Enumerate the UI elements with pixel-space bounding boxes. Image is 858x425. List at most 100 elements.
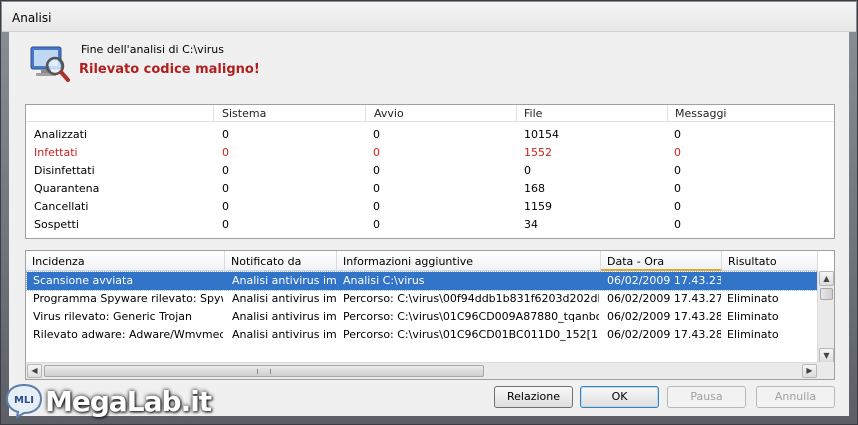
stats-cell: 0	[674, 164, 681, 177]
stats-cell: 0	[222, 146, 229, 159]
cancel-button: Annulla	[756, 386, 835, 408]
log-cell: 06/02/2009 17.43.28	[607, 310, 721, 323]
stats-row: Disinfettati 0 0 0 0	[26, 162, 834, 180]
scroll-right-arrow-icon[interactable]: ▶	[802, 364, 817, 378]
analysis-window: Analisi Fine dell'analisi di C:\virus Ri…	[0, 0, 858, 425]
stats-cell: 0	[373, 164, 380, 177]
stats-cell: 0	[222, 128, 229, 141]
stats-cell: 168	[524, 182, 545, 195]
log-vertical-scrollbar[interactable]: ▲ ▼	[817, 271, 834, 363]
log-row-selected[interactable]: Scansione avviata Analisi antivirus im..…	[26, 271, 819, 291]
stats-col-sistema: Sistema	[222, 107, 267, 120]
stats-cell: 0	[222, 182, 229, 195]
column-separator	[365, 105, 366, 122]
stats-cell: 0	[222, 200, 229, 213]
log-cell: 06/02/2009 17.43.27	[607, 292, 721, 305]
stats-cell: 0	[674, 218, 681, 231]
stats-col-avvio: Avvio	[374, 107, 404, 120]
window-title: Analisi	[12, 11, 52, 25]
log-cell: Analisi antivirus im...	[232, 310, 336, 323]
log-row[interactable]: Virus rilevato: Generic Trojan Analisi a…	[27, 308, 818, 326]
scroll-grip-icon	[257, 369, 271, 374]
stats-row: Quarantena 0 0 168 0	[26, 180, 834, 198]
log-cell: Eliminato	[727, 292, 779, 305]
scan-headline: Rilevato codice maligno!	[79, 62, 260, 77]
stats-row-label: Cancellati	[34, 200, 89, 213]
stats-row: Cancellati 0 0 1159 0	[26, 198, 834, 216]
stats-row: Sospetti 0 0 34 0	[26, 216, 834, 234]
log-cell: Eliminato	[727, 310, 779, 323]
ok-button[interactable]: OK	[580, 386, 659, 408]
stats-cell: 10154	[524, 128, 559, 141]
log-horizontal-scrollbar[interactable]: ◀ ▶	[26, 362, 818, 379]
log-row[interactable]: Programma Spyware rilevato: Spyw... Anal…	[27, 290, 818, 308]
log-cell: Programma Spyware rilevato: Spyw...	[33, 292, 223, 305]
log-cell: Percorso: C:\virus\00f94ddb1b831f6203d20…	[343, 292, 599, 305]
log-col-informazioni[interactable]: Informazioni aggiuntive	[337, 251, 601, 271]
scan-monitor-icon	[30, 46, 70, 82]
megalab-logo-icon: MLI	[5, 383, 43, 419]
log-cell: Percorso: C:\virus\01C96CD01BC011D0_152[…	[343, 328, 599, 341]
stats-cell: 0	[373, 218, 380, 231]
event-log-list[interactable]: Incidenza Notificato da Informazioni agg…	[25, 250, 835, 380]
stats-cell: 0	[222, 164, 229, 177]
stats-row-label: Quarantena	[34, 182, 100, 195]
log-col-risultato[interactable]: Risultato	[722, 251, 818, 271]
stats-row-label: Disinfettati	[34, 164, 95, 177]
vertical-scroll-thumb[interactable]	[820, 288, 833, 300]
logo-badge-text: MLI	[14, 395, 34, 406]
watermark-text: MegaLab.it	[45, 385, 212, 418]
scrollbar-corner	[817, 362, 834, 379]
stats-row-label: Infettati	[34, 146, 78, 159]
log-cell: 06/02/2009 17.43.28	[607, 328, 721, 341]
log-cell: Virus rilevato: Generic Trojan	[33, 310, 192, 323]
log-cell: Analisi antivirus im...	[232, 328, 336, 341]
stats-row: Analizzati 0 0 10154 0	[26, 126, 834, 144]
stats-row-label: Sospetti	[34, 218, 79, 231]
stats-col-file: File	[524, 107, 543, 120]
stats-cell: 0	[674, 200, 681, 213]
stats-cell: 1552	[524, 146, 552, 159]
log-row-partial[interactable]	[27, 344, 818, 352]
stats-row: Infettati 0 0 1552 0	[26, 144, 834, 162]
log-col-notificato-da[interactable]: Notificato da	[225, 251, 337, 271]
log-col-data-ora[interactable]: Data - Ora	[601, 251, 722, 271]
dialog-client: Fine dell'analisi di C:\virus Rilevato c…	[9, 32, 849, 416]
log-cell: Rilevato adware: Adware/Wmvmedi...	[33, 328, 223, 341]
stats-cell: 0	[524, 164, 531, 177]
scroll-left-arrow-icon[interactable]: ◀	[27, 364, 42, 378]
stats-cell: 1159	[524, 200, 552, 213]
stats-header: Sistema Avvio File Messaggi	[26, 105, 834, 122]
scroll-up-arrow-icon[interactable]: ▲	[819, 271, 834, 286]
title-bar[interactable]: Analisi	[2, 2, 856, 32]
stats-cell: 34	[524, 218, 538, 231]
horizontal-scroll-thumb[interactable]	[44, 365, 484, 377]
stats-cell: 0	[674, 146, 681, 159]
stats-col-messaggi: Messaggi	[675, 107, 727, 120]
scan-subtitle: Fine dell'analisi di C:\virus	[81, 43, 224, 56]
stats-cell: 0	[373, 146, 380, 159]
log-cell: Analisi antivirus im...	[232, 292, 336, 305]
column-separator	[213, 105, 214, 122]
log-row[interactable]: Rilevato adware: Adware/Wmvmedi... Anali…	[27, 326, 818, 344]
log-cell: 06/02/2009 17.43.23	[607, 274, 721, 287]
stats-cell: 0	[373, 182, 380, 195]
stats-table: Sistema Avvio File Messaggi Analizzati 0…	[25, 104, 835, 239]
log-cell: Analisi antivirus im...	[232, 274, 336, 287]
report-button[interactable]: Relazione	[494, 386, 573, 408]
log-cell: Scansione avviata	[33, 274, 134, 287]
column-separator	[667, 105, 668, 122]
pause-button: Pausa	[667, 386, 746, 408]
scroll-down-arrow-icon[interactable]: ▼	[819, 348, 834, 363]
log-col-incidenza[interactable]: Incidenza	[26, 251, 225, 271]
column-separator	[516, 105, 517, 122]
stats-cell: 0	[222, 218, 229, 231]
stats-cell: 0	[373, 200, 380, 213]
megalab-watermark: MLI MegaLab.it	[5, 379, 212, 423]
log-cell: Analisi C:\virus	[343, 274, 425, 287]
log-cell: Eliminato	[727, 328, 779, 341]
stats-row-label: Analizzati	[34, 128, 88, 141]
stats-cell: 0	[373, 128, 380, 141]
stats-cell: 0	[674, 182, 681, 195]
stats-cell: 0	[674, 128, 681, 141]
